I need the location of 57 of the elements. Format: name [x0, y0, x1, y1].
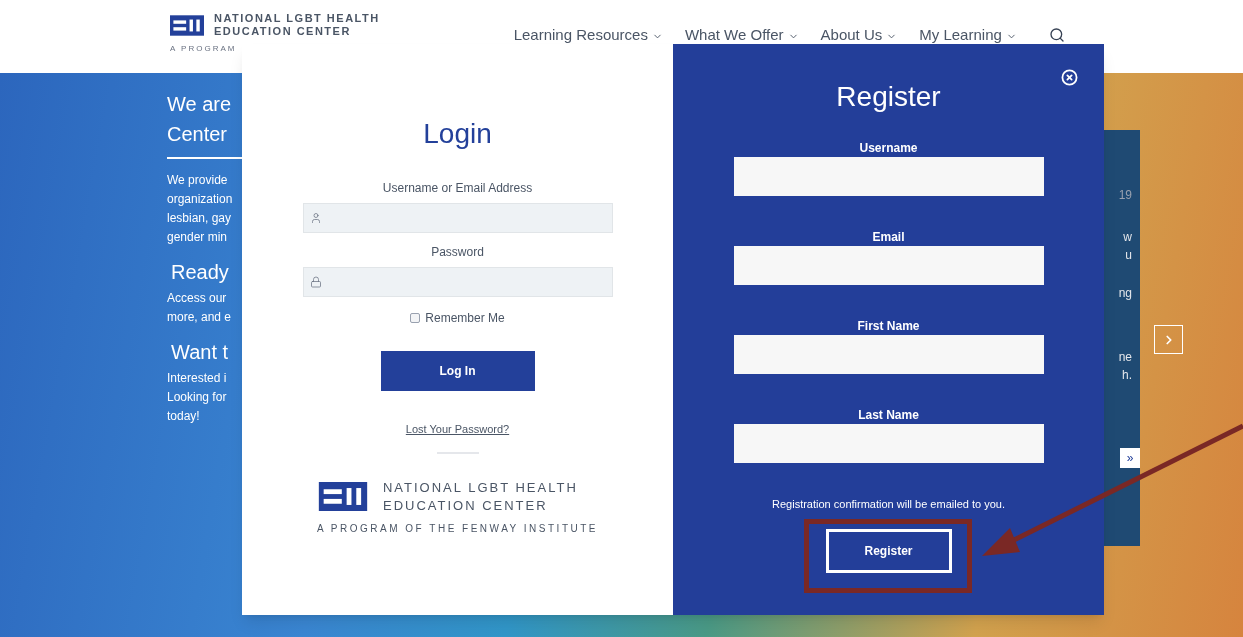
logo-title: NATIONAL LGBT HEALTH — [382, 478, 578, 497]
logo-tagline: A PROGRAM OF THE FENWAY INSTITUTE — [316, 521, 598, 536]
login-title: Login — [423, 117, 492, 151]
hero-text: organization — [167, 191, 233, 208]
hero-text: gender min — [167, 229, 228, 246]
logo-icon — [316, 482, 369, 511]
register-title: Register — [836, 80, 941, 114]
register-button[interactable]: Register — [825, 528, 952, 573]
hero-heading: We are — [167, 92, 232, 117]
hero-subheading: Want t — [170, 340, 229, 365]
input-field[interactable] — [302, 267, 613, 297]
close-icon[interactable] — [1061, 69, 1078, 86]
card-text: u — [1125, 247, 1132, 264]
input-field[interactable] — [733, 335, 1044, 374]
nav-link[interactable]: My Learning — [919, 24, 1017, 47]
card-text: w — [1123, 229, 1132, 246]
nav-link[interactable]: Learning Resources — [513, 24, 663, 47]
checkbox[interactable] — [410, 313, 421, 323]
card-text: 19 — [1118, 187, 1132, 204]
logo-title: NATIONAL LGBT HEALTH — [214, 12, 380, 25]
logo-tagline: A PROGRAM — [170, 43, 238, 55]
nav-link[interactable]: About Us — [820, 24, 898, 47]
field-label: First Name — [857, 318, 920, 334]
field-label: Last Name — [858, 407, 919, 423]
user-icon — [309, 212, 322, 224]
lock-icon — [309, 276, 322, 288]
input-field[interactable] — [733, 424, 1044, 463]
hero-text: lesbian, gay — [167, 210, 232, 227]
card-text: ne — [1118, 349, 1132, 366]
next-slide-button[interactable] — [1154, 325, 1183, 354]
input-field[interactable] — [733, 246, 1044, 285]
hero-text: We provide — [167, 172, 228, 189]
field-label: Username — [859, 140, 918, 156]
lost-password-link[interactable]: Lost Your Password? — [405, 421, 510, 438]
hero-text: Looking for — [167, 389, 227, 406]
card-text: h. — [1122, 367, 1132, 384]
card-link[interactable]: » — [1120, 448, 1140, 468]
logo-title: EDUCATION CENTER — [214, 25, 352, 38]
hero-heading: Center — [167, 122, 228, 147]
hero-subheading: Ready — [170, 260, 229, 285]
checkbox-label: Remember Me — [425, 310, 505, 327]
search-icon[interactable] — [1048, 27, 1065, 44]
hero-text: Interested i — [167, 370, 227, 387]
hero-text: more, and e — [167, 309, 232, 326]
hero-text: Access our — [167, 290, 227, 307]
input-field[interactable] — [302, 203, 613, 233]
nav-link[interactable]: What We Offer — [684, 24, 799, 47]
registration-note: Registration confirmation will be emailed to you. — [772, 497, 1005, 512]
login-button[interactable]: Log In — [380, 351, 535, 391]
field-label: Password — [431, 244, 484, 260]
field-label: Username or Email Address — [382, 180, 533, 196]
logo-icon — [170, 14, 204, 36]
card-text: ng — [1118, 285, 1132, 302]
input-field[interactable] — [733, 157, 1044, 196]
field-label: Email — [872, 229, 905, 245]
logo-title: EDUCATION CENTER — [382, 496, 549, 515]
hero-text: today! — [167, 408, 200, 425]
